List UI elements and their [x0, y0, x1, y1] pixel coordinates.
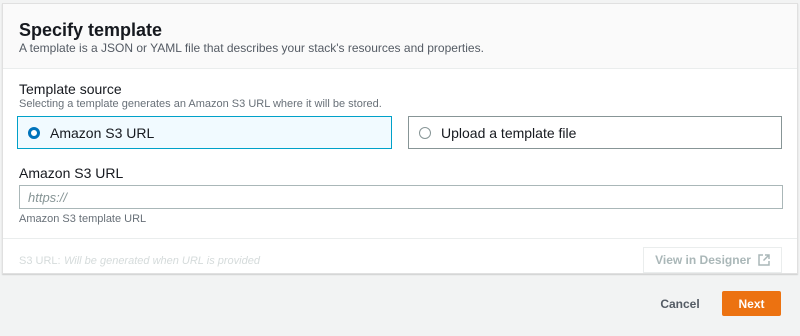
- s3-url-footer-value: Will be generated when URL is provided: [64, 255, 260, 267]
- option-label: Upload a template file: [441, 124, 577, 141]
- specify-template-panel: Specify template A template is a JSON or…: [2, 3, 798, 274]
- option-upload-template-file[interactable]: Upload a template file: [408, 116, 782, 149]
- external-link-icon: [758, 254, 770, 266]
- template-source-label: Template source: [19, 81, 122, 97]
- s3-url-footer-label: S3 URL:: [19, 255, 61, 267]
- s3-url-field-label: Amazon S3 URL: [19, 165, 124, 181]
- cancel-button[interactable]: Cancel: [652, 294, 708, 314]
- panel-description: A template is a JSON or YAML file that d…: [19, 41, 484, 55]
- view-in-designer-button[interactable]: View in Designer: [643, 247, 782, 273]
- radio-unselected-icon[interactable]: [419, 126, 431, 139]
- option-amazon-s3-url[interactable]: Amazon S3 URL: [17, 116, 392, 149]
- panel-title: Specify template: [19, 20, 163, 40]
- s3-url-input[interactable]: [19, 185, 783, 209]
- template-source-description: Selecting a template generates an Amazon…: [19, 98, 382, 110]
- s3-url-hint: Amazon S3 template URL: [19, 213, 147, 225]
- panel-header: Specify template A template is a JSON or…: [3, 4, 797, 69]
- radio-selected-icon[interactable]: [28, 126, 40, 139]
- view-in-designer-label: View in Designer: [655, 253, 751, 267]
- next-button[interactable]: Next: [722, 291, 781, 316]
- option-label: Amazon S3 URL: [50, 124, 155, 141]
- s3-url-footer: S3 URL: Will be generated when URL is pr…: [3, 238, 797, 275]
